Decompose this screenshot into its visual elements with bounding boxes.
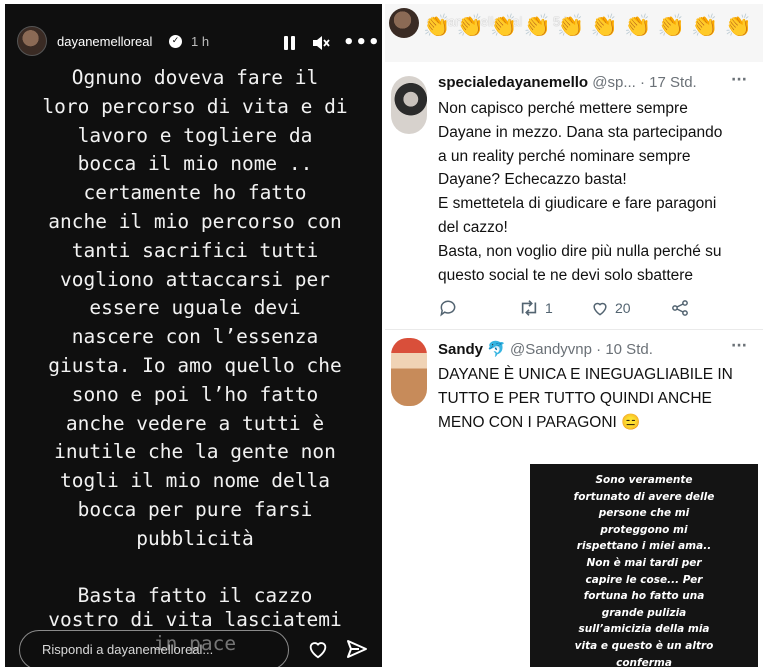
retweet-count: 1 bbox=[545, 300, 553, 316]
tweet-header: Sandy 🐬 @Sandyvnp · 10 Std. bbox=[438, 340, 653, 358]
left-story-panel: dayanemelloreal ✓ 1 h ••• Ognuno doveva … bbox=[5, 4, 382, 667]
tweet-actions: 1 20 bbox=[438, 296, 738, 320]
avatar[interactable] bbox=[391, 338, 427, 406]
tweet-time: · 17 Std. bbox=[640, 74, 697, 91]
tweet-handle[interactable]: @Sandyvnp bbox=[510, 341, 592, 358]
clap-emoji-row: 👏 👏 👏 👏 👏 👏 👏 👏 👏 👏 bbox=[423, 12, 763, 42]
reply-action[interactable] bbox=[438, 296, 458, 320]
heart-icon bbox=[593, 302, 607, 316]
clapping-hands-icon: 👏 bbox=[456, 14, 484, 39]
verified-badge-icon: ✓ bbox=[169, 35, 182, 48]
reply-input[interactable]: Rispondi a dayanemelloreal... bbox=[19, 630, 289, 667]
retweet-icon bbox=[521, 300, 537, 316]
clapping-hands-icon: 👏 bbox=[691, 14, 719, 39]
more-dots-icon[interactable]: ··· bbox=[731, 72, 747, 88]
tweet-card[interactable]: Sandy 🐬 @Sandyvnp · 10 Std. ··· DAYANE È… bbox=[385, 334, 763, 444]
story-timestamp: 1 h bbox=[191, 34, 210, 49]
story-header: dayanemelloreal 5 h 👏 👏 👏 👏 👏 👏 👏 👏 👏 👏 bbox=[385, 4, 763, 62]
clapping-hands-icon: 👏 bbox=[523, 14, 551, 39]
clapping-hands-icon: 👏 bbox=[590, 14, 618, 39]
tweet-author-name[interactable]: specialedayanemello bbox=[438, 74, 588, 91]
embedded-story-text: Sono veramente fortunato di avere delle … bbox=[573, 474, 715, 667]
heart-icon[interactable] bbox=[307, 638, 329, 660]
retweet-action[interactable]: 1 bbox=[518, 296, 553, 320]
avatar[interactable] bbox=[17, 26, 47, 56]
tweet-author-name[interactable]: Sandy bbox=[438, 341, 483, 358]
clapping-hands-icon: 👏 bbox=[624, 14, 652, 39]
clapping-hands-icon: 👏 bbox=[724, 14, 752, 39]
share-icon bbox=[672, 300, 688, 316]
tweet-time: · 10 Std. bbox=[596, 341, 653, 358]
clapping-hands-icon: 👏 bbox=[557, 14, 585, 39]
send-icon[interactable] bbox=[345, 637, 369, 661]
share-action[interactable] bbox=[670, 296, 690, 320]
story-username[interactable]: dayanemelloreal bbox=[57, 34, 152, 49]
story-body-text: Ognuno doveva fare il loro percorso di v… bbox=[42, 66, 348, 550]
dolphin-emoji-icon: 🐬 bbox=[487, 341, 506, 358]
clapping-hands-icon: 👏 bbox=[423, 14, 451, 39]
avatar[interactable] bbox=[391, 76, 427, 134]
tweet-card[interactable]: specialedayanemello @sp... · 17 Std. ···… bbox=[385, 68, 763, 330]
clapping-hands-icon: 👏 bbox=[657, 14, 685, 39]
clapping-hands-icon: 👏 bbox=[490, 14, 518, 39]
tweet-text: DAYANE È UNICA E INEGUAGLIABILE IN TUTTO… bbox=[438, 366, 733, 431]
reply-bubble-icon bbox=[440, 300, 456, 317]
speaker-muted-icon[interactable] bbox=[312, 35, 330, 51]
more-dots-icon[interactable]: ··· bbox=[731, 338, 747, 354]
story-header: dayanemelloreal ✓ 1 h ••• bbox=[5, 4, 382, 56]
pause-icon[interactable] bbox=[284, 36, 296, 50]
embedded-story-screenshot: Sono veramente fortunato di avere delle … bbox=[530, 464, 758, 667]
tweet-handle[interactable]: @sp... bbox=[592, 74, 636, 91]
like-count: 20 bbox=[615, 300, 631, 316]
like-action[interactable]: 20 bbox=[590, 296, 631, 320]
tweet-text: Non capisco perché mettere sempre Dayane… bbox=[438, 100, 723, 284]
right-story-panel: dayanemelloreal 5 h 👏 👏 👏 👏 👏 👏 👏 👏 👏 👏 specialed… bbox=[385, 4, 763, 667]
tweet-header: specialedayanemello @sp... · 17 Std. bbox=[438, 74, 697, 91]
more-dots-icon[interactable]: ••• bbox=[343, 32, 381, 53]
avatar[interactable] bbox=[389, 8, 419, 38]
